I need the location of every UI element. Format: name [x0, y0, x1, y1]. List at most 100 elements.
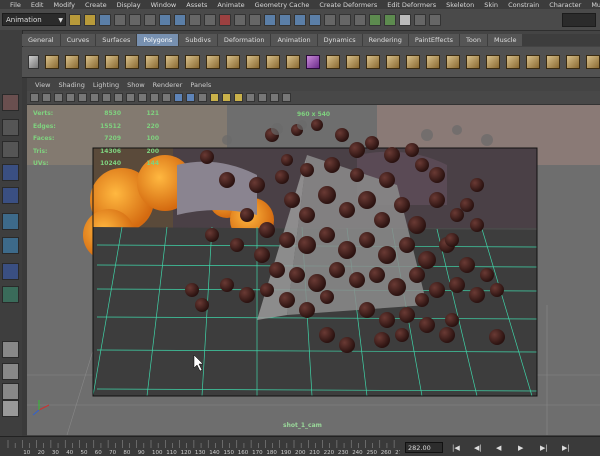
hypershade-icon[interactable]: [414, 13, 426, 26]
tab-polygons[interactable]: Polygons: [137, 34, 179, 46]
select-component-icon[interactable]: [144, 13, 156, 26]
shelf-menu-icon[interactable]: [28, 55, 40, 69]
poly-cube-icon[interactable]: [65, 55, 80, 69]
mode-selector[interactable]: Animation ▼: [2, 13, 66, 26]
poly-pipe-icon[interactable]: [205, 55, 220, 69]
append-polygon-icon[interactable]: [365, 55, 380, 69]
xray-joints-icon[interactable]: [270, 93, 279, 102]
backface-culling-icon[interactable]: [282, 93, 291, 102]
tab-curves[interactable]: Curves: [60, 34, 96, 46]
isolate-select-icon[interactable]: [246, 93, 255, 102]
step-forward-key-icon[interactable]: ▶|: [540, 444, 548, 452]
safe-action-icon[interactable]: [138, 93, 147, 102]
field-chart-icon[interactable]: [126, 93, 135, 102]
menu-item-edit[interactable]: Edit: [31, 1, 44, 9]
tab-dynamics[interactable]: Dynamics: [317, 34, 362, 46]
open-scene-icon[interactable]: [84, 13, 96, 26]
menu-item-constrain[interactable]: Constrain: [508, 1, 539, 9]
shadows-icon[interactable]: [222, 93, 231, 102]
panel-menu-renderer[interactable]: Renderer: [153, 81, 183, 89]
menu-item-animate[interactable]: Animate: [217, 1, 244, 9]
new-scene-icon[interactable]: [69, 13, 81, 26]
spherical-mapping-icon[interactable]: [546, 55, 561, 69]
search-input[interactable]: [562, 12, 596, 27]
poly-cylinder-icon[interactable]: [85, 55, 100, 69]
snap-curve-icon[interactable]: [279, 13, 291, 26]
separate-icon[interactable]: [285, 55, 300, 69]
layout-two-icon[interactable]: [2, 383, 19, 400]
bevel-icon[interactable]: [445, 55, 460, 69]
high-quality-icon[interactable]: [234, 93, 243, 102]
smooth-shade-icon[interactable]: [174, 93, 183, 102]
image-plane-icon[interactable]: [66, 93, 75, 102]
poly-soccer-ball-icon[interactable]: [245, 55, 260, 69]
layout-single-icon[interactable]: [2, 341, 19, 358]
render-icon[interactable]: [369, 13, 381, 26]
insert-edge-loop-icon[interactable]: [405, 55, 420, 69]
tab-general[interactable]: General: [22, 34, 60, 46]
menu-item-modify[interactable]: Modify: [53, 1, 75, 9]
time-slider[interactable]: 10 20 30 40 50 60 70 80 90 100 110 120 130 140 150 160 1…: [0, 436, 600, 456]
poly-helix-icon[interactable]: [225, 55, 240, 69]
menu-item-skeleton[interactable]: Skeleton: [446, 1, 474, 9]
save-scene-icon[interactable]: [99, 13, 111, 26]
panel-menu-shading[interactable]: Shading: [58, 81, 84, 89]
panel-menu-show[interactable]: Show: [127, 81, 145, 89]
tab-painteffects[interactable]: PaintEffects: [408, 34, 460, 46]
use-all-lights-icon[interactable]: [210, 93, 219, 102]
perspective-viewport[interactable]: Verts: Edges: Faces: Tris: UVs: 8530 15512 720…: [27, 105, 600, 435]
manipulator-tool-icon[interactable]: [2, 237, 19, 254]
history-icon[interactable]: [339, 13, 351, 26]
panel-menu-lighting[interactable]: Lighting: [93, 81, 119, 89]
outliner-layout-icon[interactable]: [2, 400, 19, 417]
show-manipulator-icon[interactable]: [2, 286, 19, 303]
tab-deformation[interactable]: Deformation: [217, 34, 271, 46]
lasso-tool-icon[interactable]: [2, 119, 19, 136]
menu-item-file[interactable]: File: [10, 1, 21, 9]
rotate-tool-icon[interactable]: [2, 187, 19, 204]
grid-toggle-icon[interactable]: [78, 93, 87, 102]
paint-select-tool-icon[interactable]: [2, 141, 19, 158]
tab-muscle[interactable]: Muscle: [487, 34, 523, 46]
bookmarks-icon[interactable]: [54, 93, 63, 102]
snap-plane-icon[interactable]: [309, 13, 321, 26]
menu-item-edit-deformers[interactable]: Edit Deformers: [387, 1, 436, 9]
menu-item-muscle[interactable]: Muscle: [591, 1, 600, 9]
poly-plane-icon[interactable]: [125, 55, 140, 69]
uv-editor-icon[interactable]: [586, 55, 600, 69]
poly-sphere-icon[interactable]: [45, 55, 60, 69]
menu-item-display[interactable]: Display: [117, 1, 141, 9]
soft-mod-tool-icon[interactable]: [2, 263, 19, 280]
gate-mask-icon[interactable]: [114, 93, 123, 102]
tab-toon[interactable]: Toon: [460, 34, 487, 46]
menu-item-skin[interactable]: Skin: [484, 1, 498, 9]
play-forward-icon[interactable]: ▶: [518, 444, 523, 452]
menu-item-create[interactable]: Create: [85, 1, 107, 9]
tab-rendering[interactable]: Rendering: [362, 34, 408, 46]
poly-torus-icon[interactable]: [145, 55, 160, 69]
offset-edge-loop-icon[interactable]: [425, 55, 440, 69]
mask-icon[interactable]: [189, 13, 201, 26]
make-live-icon[interactable]: [324, 13, 336, 26]
layout-four-icon[interactable]: [2, 363, 19, 380]
scale-tool-icon[interactable]: [2, 213, 19, 230]
menu-item-window[interactable]: Window: [151, 1, 177, 9]
sidebar-toggle-icon[interactable]: [429, 13, 441, 26]
ipr-render-icon[interactable]: [384, 13, 396, 26]
cylindrical-mapping-icon[interactable]: [526, 55, 541, 69]
tab-surfaces[interactable]: Surfaces: [96, 34, 137, 46]
mask-icon[interactable]: [219, 13, 231, 26]
film-gate-icon[interactable]: [90, 93, 99, 102]
menu-item-character[interactable]: Character: [549, 1, 581, 9]
mask-icon[interactable]: [174, 13, 186, 26]
menu-item-assets[interactable]: Assets: [186, 1, 207, 9]
smooth-icon[interactable]: [305, 55, 320, 69]
snap-point-icon[interactable]: [294, 13, 306, 26]
extrude-icon[interactable]: [325, 55, 340, 69]
bridge-icon[interactable]: [345, 55, 360, 69]
safe-title-icon[interactable]: [150, 93, 159, 102]
menu-item-create-deformers[interactable]: Create Deformers: [319, 1, 377, 9]
current-frame-field[interactable]: 282.00: [405, 442, 443, 453]
history-icon[interactable]: [354, 13, 366, 26]
triangulate-icon[interactable]: [485, 55, 500, 69]
